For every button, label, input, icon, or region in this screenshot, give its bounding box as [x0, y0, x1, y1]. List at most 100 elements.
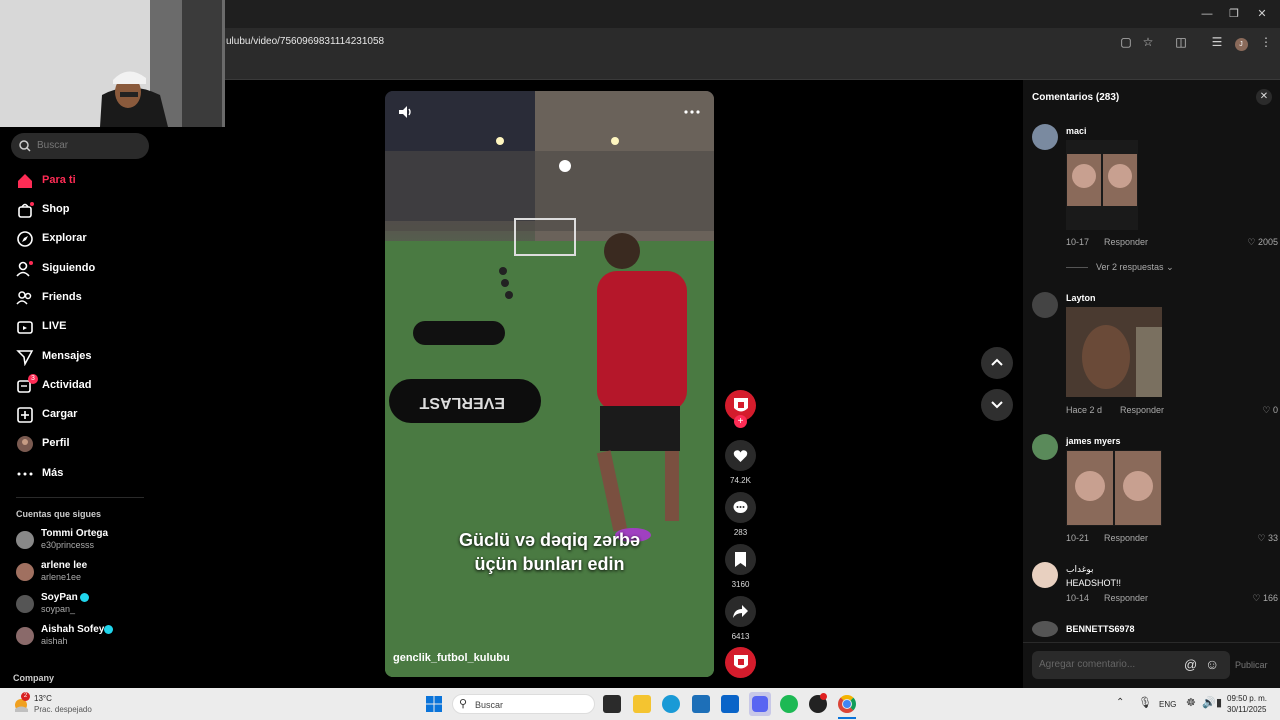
sidebar-item-siguiendo[interactable]: Siguiendo	[16, 259, 206, 279]
heart-outline-icon: ♡	[1262, 405, 1271, 415]
bookmark-star-icon[interactable]: ☆	[1140, 34, 1156, 50]
company-link[interactable]: Company	[13, 673, 54, 683]
comment-user[interactable]: بوغداب	[1066, 564, 1094, 575]
paper-plane-icon	[16, 350, 34, 366]
maximize-icon[interactable]: ❐	[1224, 6, 1244, 22]
publish-button[interactable]: Publicar	[1235, 660, 1268, 670]
comment-like[interactable]: ♡ 2005	[1247, 237, 1278, 248]
avatar	[16, 627, 34, 645]
save-count: 3160	[731, 580, 750, 589]
battery-icon[interactable]: ▮	[1216, 696, 1222, 709]
avatar[interactable]	[1032, 292, 1058, 318]
sidebar-item-shop[interactable]: Shop	[16, 200, 206, 220]
follow-plus-icon[interactable]: +	[734, 415, 747, 428]
outlook-icon[interactable]	[721, 695, 739, 713]
discord-icon[interactable]	[749, 692, 771, 716]
view-replies-button[interactable]: Ver 2 respuestas ⌄	[1096, 262, 1174, 273]
add-comment-input[interactable]: Agregar comentario... @ ☺	[1032, 651, 1230, 679]
sidebar-item-actividad[interactable]: 3 Actividad	[16, 374, 206, 396]
emoji-icon[interactable]: ☺	[1205, 656, 1219, 672]
like-count: 74.2K	[730, 476, 751, 485]
following-account-soypan[interactable]: SoyPan soypan_	[16, 592, 196, 620]
avatar[interactable]	[1032, 562, 1058, 588]
sidebar-item-perfil[interactable]: Perfil	[16, 434, 206, 454]
video-player[interactable]: EVERLAST Güclü və dəqiq zərbə üçün bunla…	[385, 91, 714, 677]
comment-button[interactable]	[725, 492, 756, 523]
sidebar-search-input[interactable]: Buscar	[11, 133, 149, 159]
store-icon[interactable]	[692, 695, 710, 713]
sidebar-item-mas[interactable]: Más	[16, 464, 206, 484]
sidebar-item-cargar[interactable]: Cargar	[16, 405, 206, 425]
wifi-icon[interactable]: ☸	[1186, 696, 1196, 709]
taskbar-search[interactable]: ⚲ Buscar	[452, 694, 595, 714]
comment-like[interactable]: ♡ 33	[1257, 533, 1278, 544]
comment-user[interactable]: BENNETTS6978	[1066, 624, 1135, 634]
active-app-indicator	[838, 717, 856, 719]
comment-user[interactable]: Layton	[1066, 293, 1096, 303]
video-frame-image: EVERLAST	[385, 91, 714, 677]
following-account-tommi[interactable]: Tommi Ortega e30princesss	[16, 528, 196, 556]
avatar[interactable]	[1032, 124, 1058, 150]
avatar[interactable]	[1032, 434, 1058, 460]
chevron-down-icon	[991, 401, 1003, 409]
chevron-up-icon	[991, 358, 1003, 366]
chevron-up-icon[interactable]: ⌃	[1116, 697, 1124, 708]
avatar[interactable]	[1032, 621, 1058, 637]
music-disc[interactable]	[725, 647, 756, 678]
following-icon	[16, 261, 33, 277]
chrome-menu-icon[interactable]: ⋮	[1258, 34, 1274, 50]
comment-user[interactable]: maci	[1066, 126, 1087, 136]
share-button[interactable]	[725, 596, 756, 627]
comment-like[interactable]: ♡ 0	[1262, 405, 1278, 416]
language-indicator[interactable]: ENG	[1159, 700, 1176, 709]
sidebar-item-friends[interactable]: Friends	[16, 288, 206, 308]
sidebar-item-explorar[interactable]: Explorar	[16, 229, 206, 249]
sidebar-item-para-ti[interactable]: Para ti	[16, 171, 206, 191]
close-window-icon[interactable]: ✕	[1252, 6, 1272, 22]
sidebar: Buscar Para ti Shop Explorar Siguiendo F…	[0, 127, 225, 688]
reply-button[interactable]: Responder	[1104, 237, 1148, 247]
windows-start-icon[interactable]	[426, 696, 442, 712]
previous-video-button[interactable]	[981, 347, 1013, 379]
sidebar-item-mensajes[interactable]: Mensajes	[16, 347, 206, 367]
reply-button[interactable]: Responder	[1120, 405, 1164, 415]
url-text[interactable]: ulubu/video/7560969831114231058	[226, 36, 384, 47]
comment-meme-image[interactable]	[1066, 307, 1162, 397]
sidebar-item-live[interactable]: LIVE	[16, 317, 206, 337]
comment-meme-image[interactable]	[1066, 140, 1138, 230]
minimize-icon[interactable]: —	[1197, 6, 1217, 22]
home-icon	[18, 174, 32, 188]
following-account-arlene[interactable]: arlene lee arlene1ee	[16, 560, 196, 588]
clock-time[interactable]: 09:50 p. m.	[1227, 694, 1267, 703]
reply-button[interactable]: Responder	[1104, 593, 1148, 603]
extensions-icon[interactable]: ◫	[1173, 34, 1189, 50]
mention-icon[interactable]: @	[1184, 657, 1197, 672]
volume-icon[interactable]: 🔊	[1202, 696, 1216, 709]
close-comments-icon[interactable]: ✕	[1256, 89, 1272, 105]
file-explorer-icon[interactable]	[633, 695, 651, 713]
next-video-button[interactable]	[981, 389, 1013, 421]
like-button[interactable]	[725, 440, 756, 471]
save-button[interactable]	[725, 544, 756, 575]
comment-meme-image[interactable]	[1066, 450, 1162, 526]
chrome-icon[interactable]	[838, 695, 856, 713]
clock-date[interactable]: 30/11/2025	[1227, 705, 1266, 714]
webcam-person-image	[0, 0, 225, 127]
following-account-aishah[interactable]: Aishah Sofey aishah	[16, 624, 196, 652]
profile-avatar-chrome-icon[interactable]: J	[1233, 34, 1249, 51]
task-view-icon[interactable]	[603, 695, 621, 713]
reply-button[interactable]: Responder	[1104, 533, 1148, 543]
video-author-name[interactable]: genclik_futbol_kulubu	[393, 652, 510, 664]
edge-icon[interactable]	[662, 695, 680, 713]
microphone-icon[interactable]: 🎙	[1138, 696, 1152, 709]
install-app-icon[interactable]: ▢	[1118, 34, 1134, 50]
obs-icon[interactable]	[809, 693, 827, 713]
comments-title: Comentarios (283)	[1032, 92, 1120, 103]
comment-user[interactable]: james myers	[1066, 436, 1121, 446]
live-tv-icon	[17, 321, 33, 334]
spotify-icon[interactable]	[780, 695, 798, 713]
volume-icon[interactable]	[398, 105, 412, 119]
comment-like[interactable]: ♡ 166	[1252, 593, 1278, 604]
video-more-options-icon[interactable]	[684, 109, 700, 115]
media-control-icon[interactable]: ☰	[1209, 34, 1225, 50]
